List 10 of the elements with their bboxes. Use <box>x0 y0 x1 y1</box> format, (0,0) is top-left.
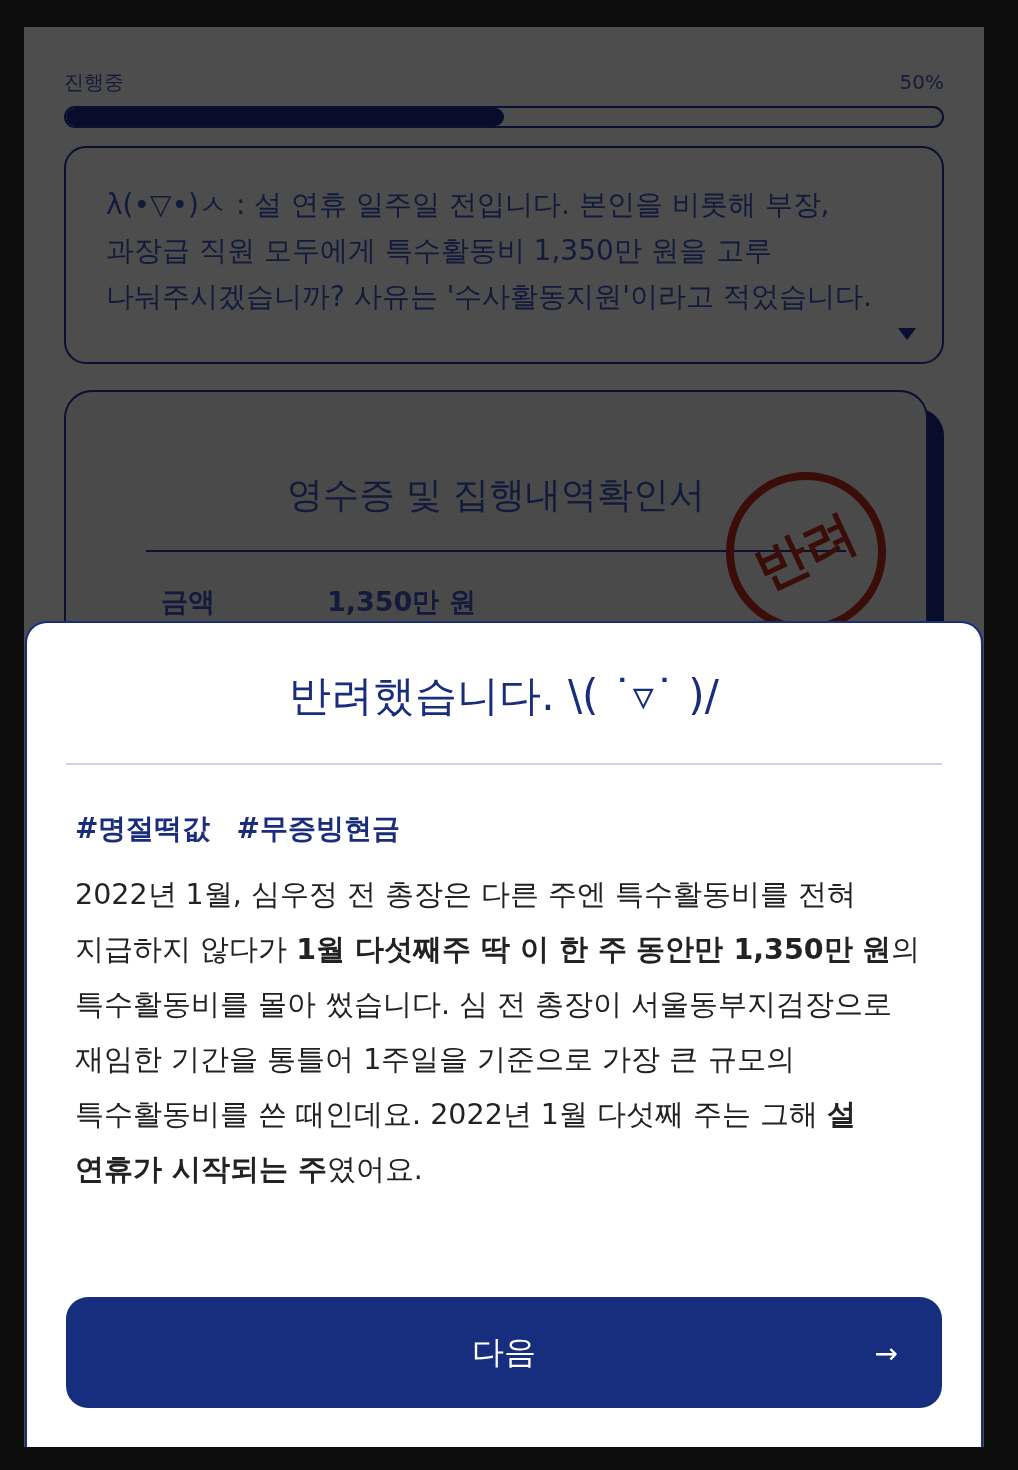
down-triangle-icon <box>898 328 916 340</box>
result-title: 반려했습니다. \( ˙▿˙ )/ <box>288 670 720 722</box>
hashtag: #명절떡값 <box>75 811 211 847</box>
progress-percent: 50% <box>899 69 944 96</box>
progress-label: 진행중 <box>64 69 124 96</box>
hashtag: #무증빙현금 <box>236 811 400 847</box>
result-description: 2022년 1월, 심우정 전 총장은 다른 주엔 특수활동비를 전혀 지급하지 않다가 1월 다섯째주 딱 이 한 주 동안만 1,350만 원의 특수활동비를 몰아 썼습니다. 심 전 총장이 서울동부지검장으로 재임한 기간을 통틀어 1주일을 기준으로 가장 큰 규모의 특수활동비를 쓴 때인데요. 2022년 1월 다섯째 주는 그해 설 연휴가 시작되는 주였어요. <box>74 877 922 1188</box>
right-arrow-icon: → <box>874 1336 898 1369</box>
next-button[interactable]: 다음 → <box>66 1297 942 1408</box>
dialog-text: λ(•▽•)ㅅ : 설 연휴 일주일 전입니다. 본인을 비롯해 부장, 과장급 직원 모두에게 특수활동비 1,350만 원을 고루 나눠주시겠습니까? 사유는 '수사활동지원'이라고 적었습니다. <box>106 187 873 315</box>
